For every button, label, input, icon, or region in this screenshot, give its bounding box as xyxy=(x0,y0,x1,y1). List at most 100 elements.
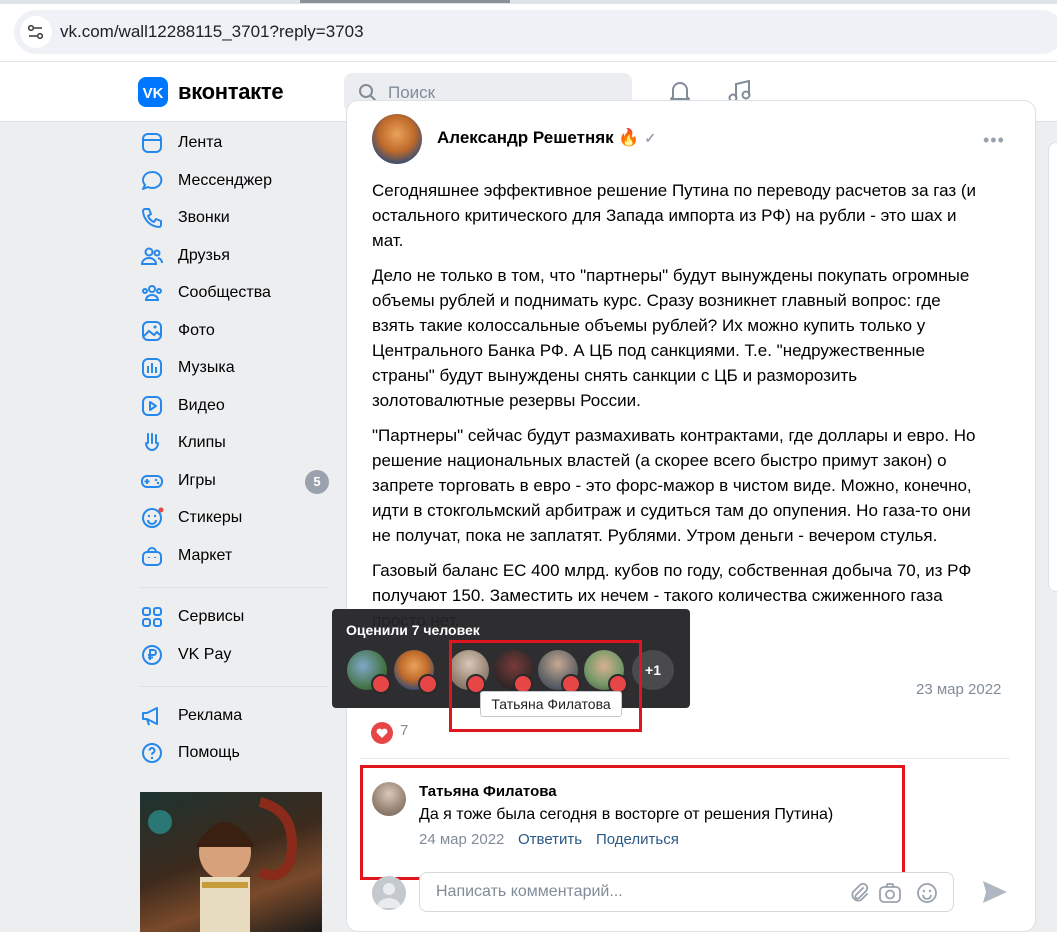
active-tab-indicator[interactable] xyxy=(300,0,510,3)
comment-author-avatar[interactable] xyxy=(372,782,406,816)
more-options-icon[interactable]: ••• xyxy=(983,130,1005,151)
sidebar-item-services[interactable]: Сервисы xyxy=(140,600,330,634)
services-grid-icon xyxy=(142,607,162,627)
vkpay-icon xyxy=(142,645,162,665)
post-line: Центрального Банка РФ. А ЦБ под санкциям… xyxy=(372,341,925,360)
phone-icon xyxy=(142,208,162,228)
post-line: остального критического для Запада импор… xyxy=(372,206,957,225)
right-card-edge xyxy=(1048,142,1057,592)
sidebar-item-games[interactable]: Игры 5 xyxy=(140,464,330,498)
sidebar-item-communities[interactable]: Сообщества xyxy=(140,276,330,310)
vk-wordmark[interactable]: вконтакте xyxy=(178,79,284,105)
likes-popup-title[interactable]: Оценили 7 человек xyxy=(346,622,480,638)
games-badge: 5 xyxy=(305,470,329,494)
share-link[interactable]: Поделиться xyxy=(596,831,679,848)
sidebar-item-friends[interactable]: Друзья xyxy=(140,239,330,273)
market-bag-icon xyxy=(142,547,162,566)
verified-check-icon: ✓ xyxy=(644,130,657,146)
sidebar-item-messenger[interactable]: Мессенджер xyxy=(140,164,330,198)
sidebar-item-label: Клипы xyxy=(178,434,226,451)
post-paragraph: Сегодняшнее эффективное решение Путина п… xyxy=(372,178,1012,253)
comment-placeholder: Написать комментарий... xyxy=(436,883,623,900)
liker-heart-icon xyxy=(371,674,391,694)
camera-icon[interactable] xyxy=(878,882,902,904)
comment-author[interactable]: Татьяна Филатова xyxy=(419,783,557,800)
sidebar-item-news[interactable]: Лента xyxy=(140,126,330,160)
sidebar-item-label: Фото xyxy=(178,322,215,339)
sidebar-item-music[interactable]: Музыка xyxy=(140,351,330,385)
sidebar-item-photo[interactable]: Фото xyxy=(140,314,330,348)
post-paragraph: Дело не только в том, что "партнеры" буд… xyxy=(372,263,1012,413)
sidebar-item-video[interactable]: Видео xyxy=(140,389,330,423)
post-line: идти в стокгольмский арбитраж и судиться… xyxy=(372,501,971,520)
post-line: объемы рублей и поднимать курс. Сразу во… xyxy=(372,291,941,310)
send-icon[interactable] xyxy=(980,878,1010,906)
like-count[interactable]: 7 xyxy=(400,722,408,739)
sidebar-item-label: Видео xyxy=(178,397,225,414)
sticker-icon xyxy=(142,507,164,528)
post-line: запрете торговать в евро - это форс-мажо… xyxy=(372,476,972,495)
post-line: взять такие колоссальные объемы рублей? … xyxy=(372,316,926,335)
sidebar-item-market[interactable]: Маркет xyxy=(140,539,330,573)
post-line: Газовый баланс ЕС 400 млрд. кубов по год… xyxy=(372,561,972,580)
post-paragraph: "Партнеры" сейчас будут размахивать конт… xyxy=(372,423,1012,548)
post-date[interactable]: 23 мар 2022 xyxy=(916,681,1001,698)
site-settings-icon[interactable] xyxy=(20,16,52,48)
author-avatar[interactable] xyxy=(372,114,422,164)
sidebar-item-label: Реклама xyxy=(178,707,243,724)
sidebar-item-clips[interactable]: Клипы xyxy=(140,426,330,460)
sidebar-item-label: Лента xyxy=(178,134,223,151)
emoji-smile-icon[interactable] xyxy=(916,882,938,904)
post-line: страны" будут вынуждены снять санкции с … xyxy=(372,366,858,385)
friends-icon xyxy=(140,247,163,265)
sidebar-divider xyxy=(140,686,328,687)
help-icon xyxy=(142,743,162,763)
sidebar-item-label: Музыка xyxy=(178,359,235,376)
post-line: Сегодняшнее эффективное решение Путина п… xyxy=(372,181,977,200)
right-column-edge xyxy=(1040,122,1057,932)
like-heart-icon[interactable] xyxy=(370,720,394,746)
url-text[interactable]: vk.com/wall12288115_3701?reply=3703 xyxy=(60,22,364,42)
video-icon xyxy=(142,396,162,416)
address-bar[interactable]: vk.com/wall12288115_3701?reply=3703 xyxy=(14,10,1057,54)
sidebar-item-label: Сообщества xyxy=(178,284,271,301)
music-icon xyxy=(142,358,162,378)
sidebar-item-vkpay[interactable]: VK Pay xyxy=(140,638,330,672)
gamepad-icon xyxy=(141,475,163,488)
sidebar-item-label: Игры xyxy=(178,472,216,489)
sidebar-item-stickers[interactable]: Стикеры xyxy=(140,501,330,535)
tab-strip xyxy=(0,0,1057,4)
comment-date[interactable]: 24 мар 2022 xyxy=(419,831,504,848)
attach-paperclip-icon[interactable] xyxy=(848,882,870,904)
fire-icon: 🔥 xyxy=(618,128,640,147)
post-line: получают 150. Заместить их нечем - таког… xyxy=(372,586,943,605)
sidebar-item-label: Маркет xyxy=(178,547,233,564)
post-line: золотовалютные резервы России. xyxy=(372,391,641,410)
sidebar-item-label: Помощь xyxy=(178,744,240,761)
ad-banner-image[interactable] xyxy=(140,792,322,932)
clips-icon xyxy=(145,433,159,451)
vk-logo-icon[interactable]: VK xyxy=(138,77,168,107)
post-line: "Партнеры" сейчас будут размахивать конт… xyxy=(372,426,976,445)
sidebar-item-label: VK Pay xyxy=(178,646,232,663)
current-user-avatar xyxy=(372,876,406,910)
sidebar-item-label: Сервисы xyxy=(178,608,245,625)
browser-chrome: vk.com/wall12288115_3701?reply=3703 xyxy=(0,0,1057,62)
sidebar-item-help[interactable]: Помощь xyxy=(140,736,330,770)
communities-icon xyxy=(142,285,162,301)
card-divider xyxy=(360,758,1010,759)
comment-text: Да я тоже была сегодня в восторге от реш… xyxy=(419,806,834,823)
sidebar-item-label: Друзья xyxy=(178,247,230,264)
post-line: Дело не только в том, что "партнеры" буд… xyxy=(372,266,970,285)
comment-input[interactable]: Написать комментарий... xyxy=(419,872,954,912)
sidebar-item-label: Мессенджер xyxy=(178,172,272,189)
post-line: не получат, пока не заплатят. Рублями. У… xyxy=(372,526,938,545)
post-author[interactable]: Александр Решетняк 🔥 ✓ xyxy=(437,128,656,148)
sidebar-item-calls[interactable]: Звонки xyxy=(140,201,330,235)
photo-icon xyxy=(142,321,162,341)
post-line: мат. xyxy=(372,231,404,250)
chat-bubble-icon xyxy=(142,170,163,190)
sidebar-item-ads[interactable]: Реклама xyxy=(140,699,330,733)
reply-link[interactable]: Ответить xyxy=(518,831,582,848)
sidebar-divider xyxy=(140,587,328,588)
